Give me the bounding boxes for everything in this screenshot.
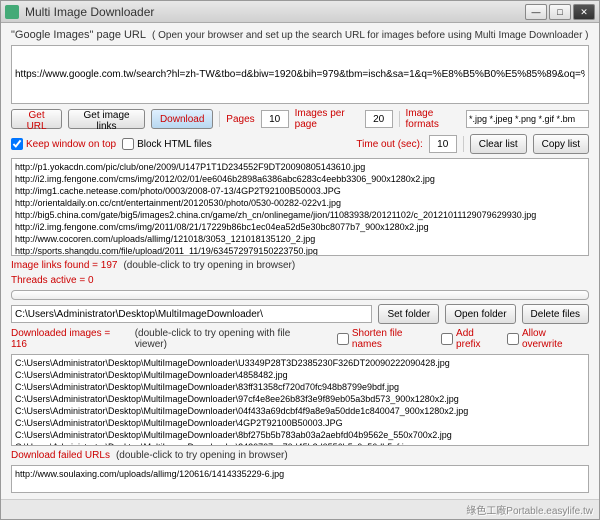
list-item[interactable]: C:\Users\Administrator\Desktop\MultiImag… <box>15 417 585 429</box>
shorten-label: Shorten file names <box>352 328 435 350</box>
set-folder-button[interactable]: Set folder <box>378 304 439 324</box>
minimize-button[interactable]: — <box>525 4 547 20</box>
prefix-label: Add prefix <box>456 328 501 350</box>
list-item[interactable]: http://big5.china.com/gate/big5/images2.… <box>15 209 585 221</box>
downloaded-list[interactable]: C:\Users\Administrator\Desktop\MultiImag… <box>11 354 589 446</box>
links-list[interactable]: http://p1.yokacdn.com/pic/club/one/2009/… <box>11 158 589 256</box>
ipp-input[interactable] <box>365 110 393 128</box>
clear-list-button[interactable]: Clear list <box>470 134 527 154</box>
list-item[interactable]: http://orientaldaily.on.cc/cnt/entertain… <box>15 197 585 209</box>
pages-input[interactable] <box>261 110 289 128</box>
prefix-checkbox[interactable] <box>441 333 453 345</box>
folder-input[interactable] <box>11 305 372 323</box>
formats-input[interactable] <box>466 110 589 128</box>
downloaded-label: Downloaded images = 116 <box>11 328 129 350</box>
list-item[interactable]: http://sports.shangdu.com/file/upload/20… <box>15 245 585 256</box>
window-title: Multi Image Downloader <box>25 5 525 19</box>
delete-files-button[interactable]: Delete files <box>522 304 589 324</box>
overwrite-label: Allow overwrite <box>522 328 589 350</box>
links-found-hint: (double-click to try opening in browser) <box>123 260 295 271</box>
close-button[interactable]: ✕ <box>573 4 595 20</box>
block-html-checkbox[interactable] <box>122 138 134 150</box>
app-icon <box>5 5 19 19</box>
copy-list-button[interactable]: Copy list <box>533 134 589 154</box>
get-url-button[interactable]: Get URL <box>11 109 62 129</box>
list-item[interactable]: http://www.cocoren.com/uploads/allimg/12… <box>15 233 585 245</box>
shorten-checkbox[interactable] <box>337 333 349 345</box>
page-url-label: "Google Images" page URL <box>11 29 146 41</box>
list-item[interactable]: http://www.soulaxing.com/uploads/allimg/… <box>15 468 585 480</box>
list-item[interactable]: C:\Users\Administrator\Desktop\MultiImag… <box>15 369 585 381</box>
list-item[interactable]: C:\Users\Administrator\Desktop\MultiImag… <box>15 357 585 369</box>
watermark: 綠色工廠Portable.easylife.tw <box>466 502 593 517</box>
list-item[interactable]: http://img1.cache.netease.com/photo/0003… <box>15 185 585 197</box>
list-item[interactable]: C:\Users\Administrator\Desktop\MultiImag… <box>15 441 585 446</box>
block-html-label: Block HTML files <box>137 139 212 150</box>
keep-top-checkbox[interactable] <box>11 138 23 150</box>
list-item[interactable]: http://i2.img.fengone.com/cms/img/2012/0… <box>15 173 585 185</box>
ipp-label: Images per page <box>295 108 359 130</box>
downloaded-hint: (double-click to try opening with file v… <box>135 328 325 350</box>
url-input[interactable] <box>11 45 589 104</box>
download-button[interactable]: Download <box>151 109 213 129</box>
list-item[interactable]: C:\Users\Administrator\Desktop\MultiImag… <box>15 381 585 393</box>
pages-label: Pages <box>226 114 254 125</box>
page-url-hint: ( Open your browser and set up the searc… <box>152 30 589 41</box>
open-folder-button[interactable]: Open folder <box>445 304 515 324</box>
maximize-button[interactable]: □ <box>549 4 571 20</box>
keep-top-label: Keep window on top <box>26 139 116 150</box>
overwrite-checkbox[interactable] <box>507 333 519 345</box>
threads-label: Threads active = 0 <box>11 275 94 286</box>
list-item[interactable]: C:\Users\Administrator\Desktop\MultiImag… <box>15 429 585 441</box>
failed-label: Download failed URLs <box>11 450 110 461</box>
failed-hint: (double-click to try opening in browser) <box>116 450 288 461</box>
links-found-label: Image links found = 197 <box>11 260 117 271</box>
progress-bar <box>11 290 589 300</box>
titlebar: Multi Image Downloader — □ ✕ <box>1 1 599 23</box>
get-image-links-button[interactable]: Get image links <box>68 109 145 129</box>
list-item[interactable]: C:\Users\Administrator\Desktop\MultiImag… <box>15 393 585 405</box>
list-item[interactable]: http://p1.yokacdn.com/pic/club/one/2009/… <box>15 161 585 173</box>
timeout-input[interactable] <box>429 135 457 153</box>
list-item[interactable]: http://i2.img.fengone.com/cms/img/2011/0… <box>15 221 585 233</box>
list-item[interactable]: C:\Users\Administrator\Desktop\MultiImag… <box>15 405 585 417</box>
formats-label: Image formats <box>406 108 461 130</box>
failed-list[interactable]: http://www.soulaxing.com/uploads/allimg/… <box>11 465 589 493</box>
timeout-label: Time out (sec): <box>356 139 422 150</box>
